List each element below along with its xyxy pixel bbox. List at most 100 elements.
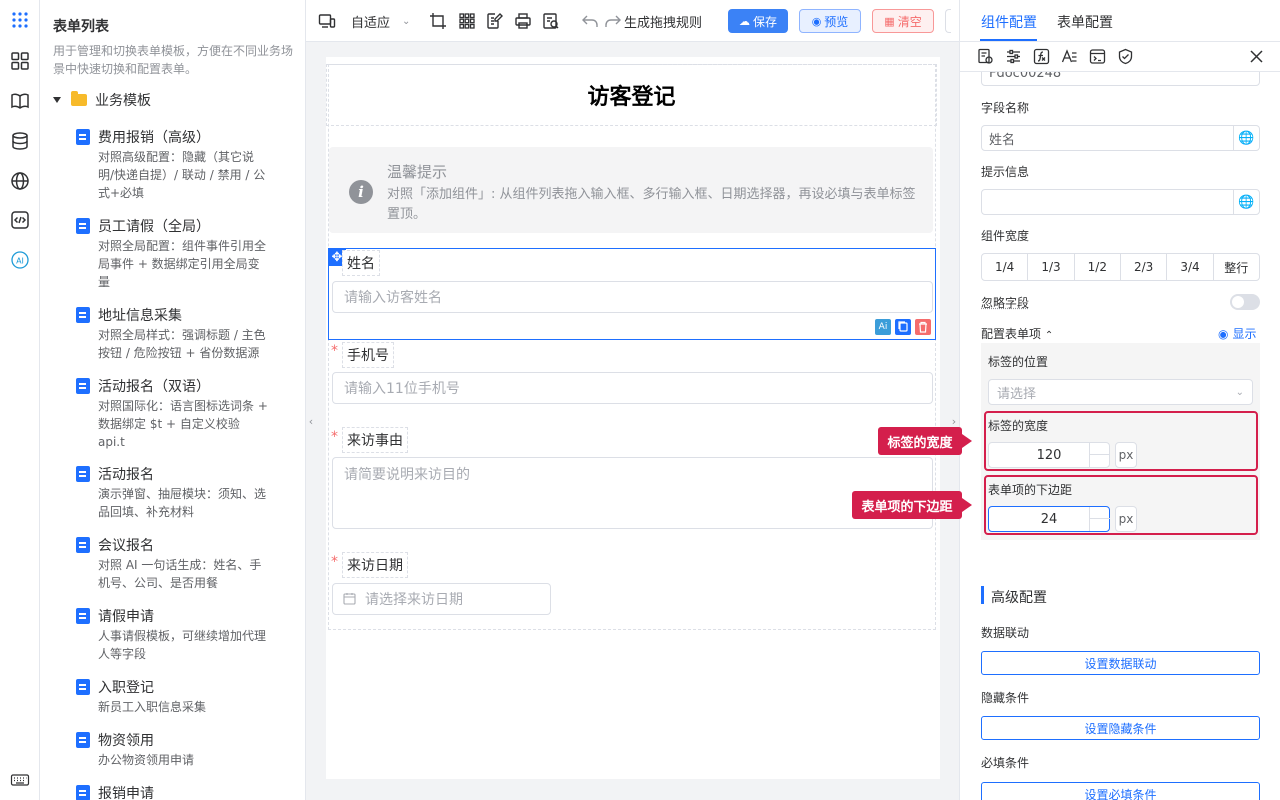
delete-icon[interactable] bbox=[915, 319, 931, 335]
device-icon[interactable] bbox=[318, 11, 336, 31]
document-icon bbox=[76, 537, 90, 553]
width-option[interactable]: 1/3 bbox=[1027, 254, 1073, 280]
folder-icon bbox=[71, 91, 87, 106]
tab-form-config[interactable]: 表单配置 bbox=[1057, 12, 1113, 32]
redo-icon bbox=[605, 15, 621, 27]
book-icon[interactable] bbox=[10, 91, 30, 111]
linkage-label: 数据联动 bbox=[981, 626, 1030, 640]
language-globe-icon[interactable]: 🌐 bbox=[1233, 190, 1259, 214]
template-name: 地址信息采集 bbox=[98, 308, 182, 324]
sliders-icon[interactable] bbox=[1005, 48, 1022, 65]
template-name: 请假申请 bbox=[98, 609, 154, 625]
clear-label: 清空 bbox=[897, 14, 922, 29]
width-option[interactable]: 整行 bbox=[1212, 254, 1259, 280]
form-title[interactable]: 访客登记 bbox=[326, 64, 937, 126]
overflow-button-edge[interactable] bbox=[945, 9, 951, 33]
copy-icon[interactable] bbox=[895, 319, 911, 335]
width-option[interactable]: 2/3 bbox=[1119, 254, 1166, 280]
field-name-input[interactable]: 姓名 🌐 bbox=[981, 125, 1260, 151]
panel-tabs: 组件配置 表单配置 bbox=[960, 0, 1280, 42]
visitor-name-input[interactable]: 请输入访客姓名 bbox=[332, 281, 933, 313]
highlight-label-width bbox=[984, 411, 1258, 471]
text-style-icon[interactable] bbox=[1061, 48, 1078, 65]
preview-button[interactable]: ◉ 预览 bbox=[799, 9, 861, 33]
section-accent-bar bbox=[981, 586, 984, 604]
globe-icon[interactable] bbox=[10, 171, 30, 191]
document-icon bbox=[76, 129, 90, 145]
field-label: 姓名 bbox=[342, 250, 380, 276]
ai-icon[interactable]: AI bbox=[10, 250, 30, 270]
edit-doc-icon[interactable] bbox=[486, 11, 504, 31]
width-option[interactable]: 1/4 bbox=[982, 254, 1027, 280]
code-icon[interactable] bbox=[10, 210, 30, 230]
show-label: 显示 bbox=[1232, 327, 1257, 341]
tip-alert[interactable]: i 温馨提示 对照「添加组件」: 从组件列表拖入输入框、多行输入框、日期选择器，… bbox=[329, 147, 933, 233]
grid-icon[interactable] bbox=[458, 11, 476, 31]
crop-icon[interactable] bbox=[429, 11, 447, 31]
function-icon[interactable] bbox=[1033, 48, 1050, 65]
chevron-down-icon: ⌄ bbox=[402, 15, 411, 27]
width-option[interactable]: 1/2 bbox=[1073, 254, 1120, 280]
config-item-toggle[interactable]: 配置表单项 ⌃ bbox=[981, 325, 1053, 342]
clear-button[interactable]: ▦ 清空 bbox=[872, 9, 934, 33]
document-icon bbox=[76, 679, 90, 695]
phone-input[interactable]: 请输入11位手机号 bbox=[332, 372, 933, 404]
eye-icon: ◉ bbox=[1218, 326, 1229, 341]
settings-doc-icon[interactable] bbox=[977, 48, 994, 65]
highlight-margin bbox=[984, 475, 1258, 535]
save-label: 保存 bbox=[752, 14, 777, 29]
info-icon: i bbox=[349, 180, 373, 204]
width-option[interactable]: 3/4 bbox=[1166, 254, 1212, 280]
save-button[interactable]: ☁ 保存 bbox=[728, 9, 788, 33]
collapse-left-icon[interactable]: ‹ bbox=[306, 404, 316, 438]
show-toggle[interactable]: ◉ 显示 bbox=[1218, 325, 1257, 342]
svg-text:AI: AI bbox=[16, 257, 24, 266]
width-segmented: 1/4 1/3 1/2 2/3 3/4 整行 bbox=[981, 253, 1260, 281]
caret-down-icon[interactable] bbox=[53, 97, 61, 103]
undo-icon[interactable] bbox=[581, 11, 599, 31]
template-sidebar: 表单列表 用于管理和切换表单模板，方便在不同业务场景中快速切换和配置表单。 业务… bbox=[40, 0, 306, 800]
shield-check-icon[interactable] bbox=[1117, 48, 1134, 65]
database-icon[interactable] bbox=[10, 131, 30, 151]
field-name-value: 姓名 bbox=[989, 132, 1016, 148]
field-name-label: 字段名称 bbox=[981, 101, 1030, 115]
required-condition-label: 必填条件 bbox=[981, 756, 1030, 770]
apps-grid-icon[interactable] bbox=[10, 10, 30, 30]
visit-date-picker[interactable]: 请选择来访日期 bbox=[332, 583, 551, 615]
width-label: 组件宽度 bbox=[981, 229, 1030, 243]
hint-input[interactable]: 🌐 bbox=[981, 189, 1260, 215]
sidebar-title: 表单列表 bbox=[53, 19, 109, 35]
document-icon bbox=[76, 218, 90, 234]
folder-label: 业务模板 bbox=[95, 93, 151, 109]
gen-rules-label: 生成拖拽规则 bbox=[624, 15, 703, 31]
ai-badge-icon[interactable]: Ai bbox=[875, 319, 891, 335]
zoom-select[interactable]: 自适应 ⌄ bbox=[351, 11, 410, 31]
template-desc: 对照高级配置：隐藏（其它说明/快递自提）/ 联动 / 禁用 / 公式+必填 bbox=[98, 150, 266, 200]
template-name: 活动报名（双语） bbox=[98, 379, 210, 395]
folder-business-templates[interactable]: 业务模板 bbox=[53, 90, 151, 110]
set-linkage-button[interactable]: 设置数据联动 bbox=[981, 651, 1260, 675]
preview-code-icon[interactable] bbox=[542, 11, 560, 31]
document-icon bbox=[76, 785, 90, 800]
set-required-button[interactable]: 设置必填条件 bbox=[981, 782, 1260, 800]
print-icon[interactable] bbox=[514, 11, 532, 31]
set-hidden-button[interactable]: 设置隐藏条件 bbox=[981, 716, 1260, 740]
ignore-field-toggle[interactable] bbox=[1230, 294, 1260, 310]
code-window-icon[interactable] bbox=[1089, 48, 1106, 65]
properties-panel: 组件配置 表单配置 Fdoc00248 字段名称 姓名 🌐 提示信息 🌐 组件宽… bbox=[959, 0, 1280, 800]
form-canvas: 访客登记 i 温馨提示 对照「添加组件」: 从组件列表拖入输入框、多行输入框、日… bbox=[326, 57, 940, 779]
preview-label: 预览 bbox=[824, 14, 849, 29]
tab-component-config[interactable]: 组件配置 bbox=[981, 12, 1037, 32]
template-name: 入职登记 bbox=[98, 680, 154, 696]
editor-area: 自适应 ⌄ 生成拖拽规则 ☁ 保存 ◉ 预览 ▦ 清空 ‹ › 访客登记 i 温… bbox=[306, 0, 959, 800]
gen-rules-button[interactable]: 生成拖拽规则 bbox=[604, 11, 702, 31]
close-icon[interactable] bbox=[1248, 48, 1265, 65]
language-globe-icon[interactable]: 🌐 bbox=[1233, 126, 1259, 150]
components-icon[interactable] bbox=[10, 51, 30, 71]
label-position-select[interactable]: 请选择 ⌄ bbox=[988, 379, 1253, 405]
visit-reason-textarea[interactable]: 请简要说明来访目的 bbox=[332, 457, 933, 529]
keyboard-icon[interactable] bbox=[10, 770, 30, 790]
template-desc: 对照全局配置：组件事件引用全局事件 + 数据绑定引用全局变量 bbox=[98, 239, 267, 289]
hidden-condition-label: 隐藏条件 bbox=[981, 691, 1030, 705]
callout-label-width: 标签的宽度 bbox=[878, 427, 972, 455]
